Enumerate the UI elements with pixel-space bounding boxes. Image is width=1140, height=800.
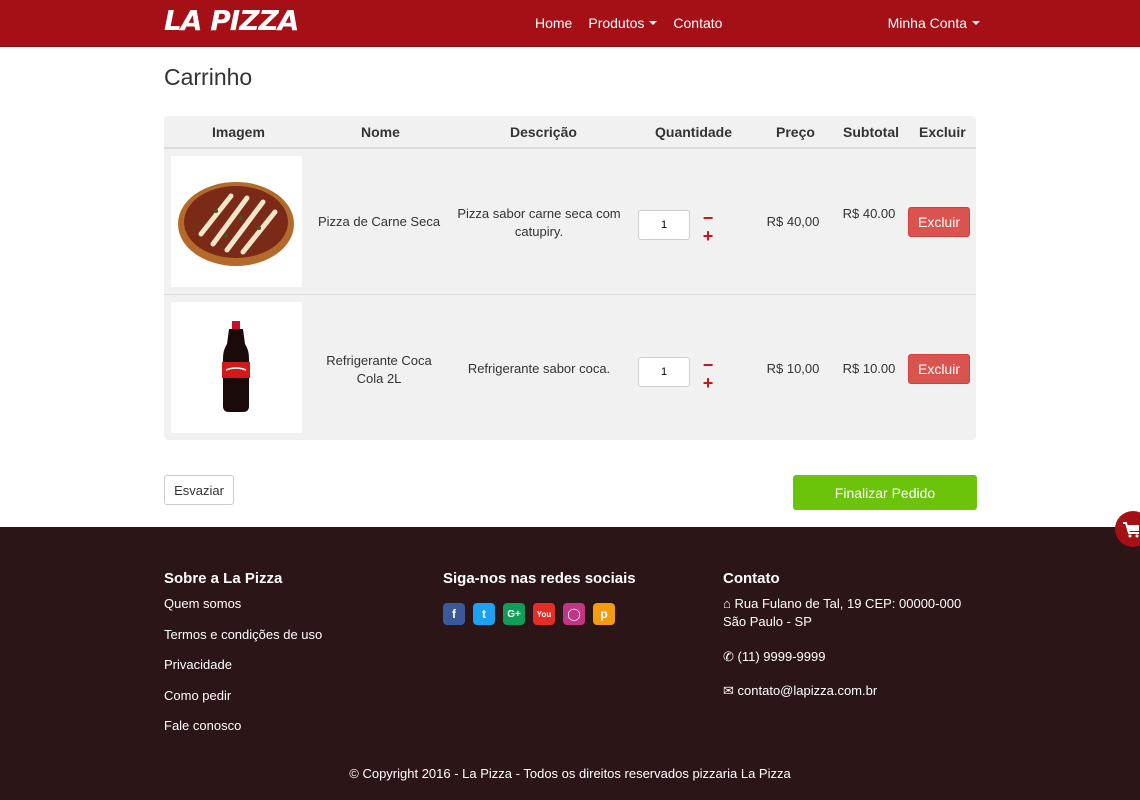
decrease-quantity-button[interactable]: − — [701, 356, 715, 374]
header-imagem: Imagem — [212, 124, 265, 140]
footer-link-quem-somos[interactable]: Quem somos — [164, 596, 241, 611]
footer-link-termos[interactable]: Termos e condições de uso — [164, 627, 322, 642]
header-subtotal: Subtotal — [843, 124, 899, 140]
header-excluir: Excluir — [919, 124, 966, 140]
footer-contact-title: Contato — [723, 570, 780, 587]
footer-phone: ✆ (11) 9999-9999 — [723, 649, 826, 664]
header-descricao: Descrição — [510, 124, 577, 140]
nav-produtos-dropdown[interactable]: Produtos — [588, 15, 658, 31]
product-description: Pizza sabor carne seca com catupiry. — [457, 206, 621, 239]
phone-icon: ✆ — [723, 649, 734, 664]
product-image — [171, 302, 302, 433]
footer-link-fale-conosco[interactable]: Fale conosco — [164, 718, 241, 733]
account-dropdown[interactable]: Minha Conta — [888, 15, 980, 31]
nav-contato-link[interactable]: Contato — [673, 15, 722, 31]
pinterest-icon[interactable]: p — [593, 603, 615, 625]
increase-quantity-button[interactable]: + — [701, 374, 715, 392]
youtube-icon[interactable]: You — [533, 603, 555, 625]
product-name: Refrigerante Coca Cola 2L — [326, 353, 432, 386]
header-nome: Nome — [361, 124, 400, 140]
header-preco: Preço — [776, 124, 815, 140]
floating-cart-button[interactable] — [1115, 511, 1140, 547]
delete-item-button[interactable]: Excluir — [908, 354, 970, 384]
cart-icon — [1123, 522, 1139, 538]
product-image — [171, 156, 302, 287]
social-icons: f t G+ You ◯ p — [443, 603, 615, 625]
quantity-input[interactable] — [638, 357, 690, 387]
navbar: LA PIZZA Home Produtos Contato Minha Con… — [0, 0, 1140, 47]
cart-table-header: Imagem Nome Descrição Quantidade Preço S… — [164, 116, 976, 149]
product-price: R$ 10,00 — [766, 361, 820, 376]
footer-link-privacidade[interactable]: Privacidade — [164, 657, 232, 672]
facebook-icon[interactable]: f — [443, 603, 465, 625]
checkout-button[interactable]: Finalizar Pedido — [793, 475, 977, 510]
footer: Sobre a La Pizza Quem somos Termos e con… — [0, 527, 1140, 800]
header-quantidade: Quantidade — [655, 124, 733, 140]
footer-social-title: Siga-nos nas redes sociais — [443, 570, 636, 587]
product-name: Pizza de Carne Seca — [317, 214, 441, 229]
table-row: Refrigerante Coca Cola 2L Refrigerante s… — [164, 296, 976, 442]
footer-address: ⌂ Rua Fulano de Tal, 19 CEP: 00000-000 S… — [723, 596, 962, 629]
product-description: Refrigerante sabor coca. — [467, 361, 611, 376]
product-price: R$ 40,00 — [766, 214, 820, 229]
twitter-icon[interactable]: t — [473, 603, 495, 625]
brand-logo[interactable]: LA PIZZA — [164, 4, 299, 37]
pizza-image — [178, 182, 294, 266]
product-subtotal: R$ 10.00 — [842, 361, 896, 376]
home-icon: ⌂ — [723, 596, 731, 611]
increase-quantity-button[interactable]: + — [701, 227, 715, 245]
table-row: Pizza de Carne Seca Pizza sabor carne se… — [164, 149, 976, 295]
nav-home-link[interactable]: Home — [535, 15, 572, 31]
page-title: Carrinho — [164, 64, 253, 90]
caret-down-icon — [649, 21, 658, 25]
empty-cart-button[interactable]: Esvaziar — [164, 475, 234, 505]
instagram-icon[interactable]: ◯ — [563, 603, 585, 625]
nav-links: Home Produtos Contato — [535, 15, 722, 31]
footer-link-como-pedir[interactable]: Como pedir — [164, 688, 231, 703]
google-plus-icon[interactable]: G+ — [503, 603, 525, 625]
caret-down-icon — [972, 21, 980, 25]
copyright: © Copyright 2016 - La Pizza - Todos os d… — [349, 766, 791, 781]
product-subtotal: R$ 40.00 — [842, 206, 896, 221]
cola-bottle-image — [222, 321, 250, 412]
decrease-quantity-button[interactable]: − — [701, 209, 715, 227]
envelope-icon: ✉ — [723, 683, 734, 698]
cart-table: Imagem Nome Descrição Quantidade Preço S… — [164, 116, 976, 440]
footer-email: ✉ contato@lapizza.com.br — [723, 683, 878, 698]
footer-about-title: Sobre a La Pizza — [164, 570, 283, 587]
quantity-input[interactable] — [638, 210, 690, 240]
delete-item-button[interactable]: Excluir — [908, 207, 970, 237]
